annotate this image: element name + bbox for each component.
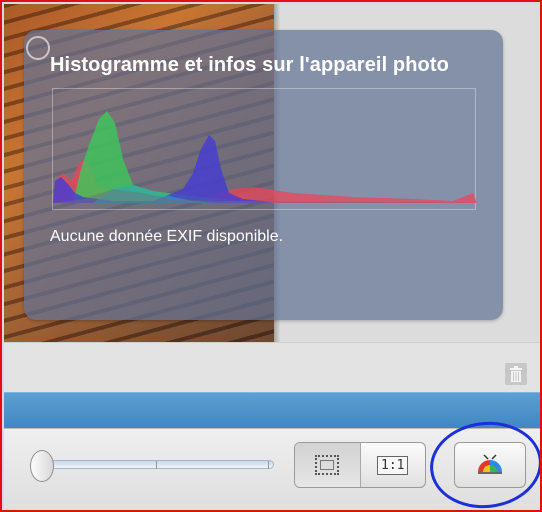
zoom-slider-track[interactable] (42, 460, 274, 469)
trash-icon-glyph (510, 366, 522, 382)
window-frame: Histogramme et infos sur l'appareil phot… (0, 0, 542, 512)
fit-to-window-icon (315, 455, 340, 475)
info-icon (26, 36, 50, 60)
actual-size-icon: 1:1 (377, 455, 409, 475)
exif-message: Aucune donnée EXIF disponible. (50, 228, 284, 245)
status-bar (4, 392, 540, 429)
histogram (52, 88, 477, 210)
zoom-slider-tick (268, 461, 269, 469)
panel-title: Histogramme et infos sur l'appareil phot… (50, 54, 449, 76)
view-mode-group: 1:1 (294, 442, 426, 488)
zoom-slider-knob[interactable] (30, 450, 54, 482)
actual-size-button[interactable]: 1:1 (359, 443, 426, 487)
fit-to-window-button[interactable] (295, 443, 360, 487)
color-adjust-button[interactable] (454, 442, 526, 488)
histogram-graph (53, 111, 477, 203)
color-adjust-icon (478, 454, 502, 474)
zoom-slider-tick (156, 461, 157, 469)
histogram-info-panel: Histogramme et infos sur l'appareil phot… (24, 30, 503, 320)
trash-icon[interactable] (505, 363, 527, 385)
thumbnail-strip (4, 342, 540, 393)
